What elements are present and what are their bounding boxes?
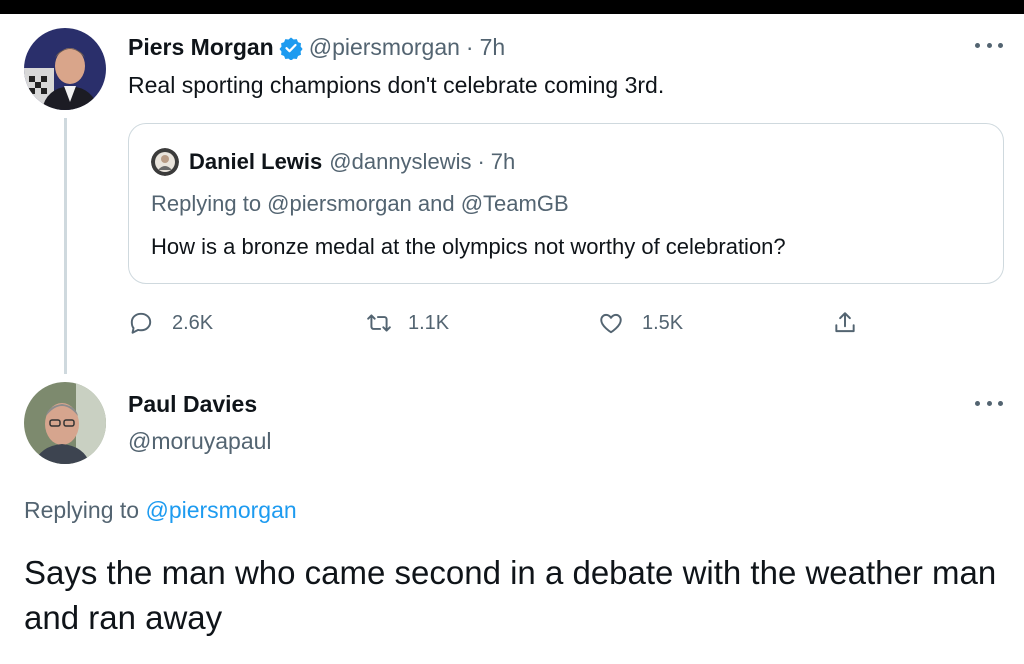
quoted-replying-to: Replying to @piersmorgan and @TeamGB <box>151 191 569 216</box>
share-button[interactable] <box>832 310 858 336</box>
more-icon[interactable] <box>975 398 1003 408</box>
reply-button[interactable]: 2.6K <box>128 310 213 336</box>
author-name[interactable]: Piers Morgan <box>128 34 274 61</box>
quoted-tweet-time[interactable]: 7h <box>491 149 515 175</box>
reply-text: Says the man who came second in a debate… <box>24 554 997 636</box>
like-count: 1.5K <box>642 311 684 334</box>
replying-to-handle[interactable]: @piersmorgan <box>145 497 296 523</box>
quoted-tweet-text: How is a bronze medal at the olympics no… <box>151 234 786 259</box>
like-icon <box>600 313 622 334</box>
reply-count: 2.6K <box>172 311 214 334</box>
separator-dot: · <box>477 149 485 174</box>
tweet-time[interactable]: 7h <box>480 34 506 61</box>
replying-to-label: Replying to <box>24 497 140 523</box>
quoted-avatar[interactable] <box>151 148 179 176</box>
quoted-author-handle[interactable]: @dannyslewis <box>329 149 471 175</box>
avatar[interactable] <box>24 382 106 464</box>
share-icon <box>835 312 855 333</box>
quoted-author-name[interactable]: Daniel Lewis <box>189 149 322 175</box>
top-black-bar <box>0 0 1024 14</box>
verified-badge-icon <box>279 36 303 61</box>
reply-author-handle[interactable]: @moruyapaul <box>128 428 272 455</box>
author-handle[interactable]: @piersmorgan <box>309 34 460 61</box>
thread-line <box>64 118 67 374</box>
avatar[interactable] <box>24 28 106 110</box>
separator-dot: · <box>465 34 474 60</box>
retweet-button[interactable]: 1.1K <box>366 310 449 336</box>
tweet-header: Piers Morgan @piersmorgan · 7h <box>128 34 505 61</box>
replying-to: Replying to @piersmorgan <box>24 497 297 524</box>
tweet-text: Real sporting champions don't celebrate … <box>128 72 665 98</box>
reply-author-name[interactable]: Paul Davies <box>128 391 257 418</box>
quoted-tweet[interactable]: Daniel Lewis @dannyslewis · 7h Replying … <box>128 123 1004 284</box>
retweet-count: 1.1K <box>408 311 450 334</box>
more-icon[interactable] <box>975 40 1003 50</box>
quoted-tweet-header: Daniel Lewis @dannyslewis · 7h <box>151 148 515 176</box>
retweet-icon <box>367 314 391 332</box>
like-button[interactable]: 1.5K <box>598 310 683 336</box>
reply-icon <box>130 312 152 334</box>
